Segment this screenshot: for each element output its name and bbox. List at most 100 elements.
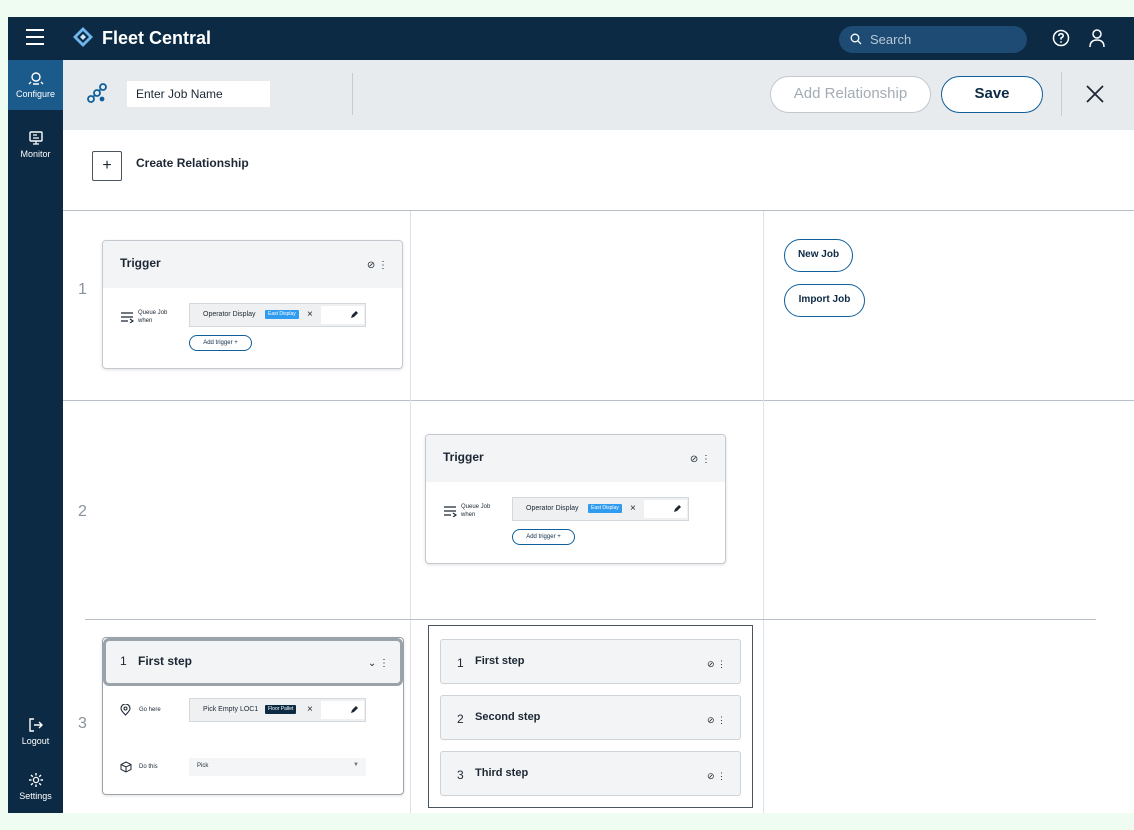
chip-text: Operator Display	[203, 311, 256, 318]
edit-icon[interactable]	[350, 310, 359, 319]
card-title: Trigger	[443, 450, 484, 464]
help-icon[interactable]	[1052, 29, 1070, 47]
step-item[interactable]: 3 Third step ⊘ ⋮	[440, 751, 741, 796]
menu-icon[interactable]	[26, 29, 44, 47]
create-relationship-button[interactable]: +	[92, 151, 122, 181]
top-bar: Fleet Central Search	[8, 17, 1134, 60]
step-actions: ⊘ ⋮	[707, 771, 726, 782]
add-trigger-button[interactable]: Add trigger +	[189, 335, 252, 351]
step-number: 2	[457, 712, 464, 726]
expanded-step-card[interactable]: 1 First step ⌄ ⋮ Go here Pick Empty LOC1…	[102, 637, 404, 795]
step-actions: ⊘ ⋮	[707, 715, 726, 726]
add-trigger-button[interactable]: Add trigger +	[512, 529, 575, 545]
card-title: Trigger	[120, 256, 161, 270]
sidebar-item-label: Settings	[19, 791, 52, 801]
close-icon[interactable]	[1085, 84, 1105, 104]
queue-icon	[444, 506, 457, 517]
info-icon[interactable]: ⊘	[707, 771, 715, 781]
select-value: Pick	[197, 763, 209, 769]
remove-chip-icon[interactable]: ×	[630, 503, 636, 514]
remove-chip-icon[interactable]: ×	[307, 309, 313, 320]
step-item[interactable]: 1 First step ⊘ ⋮	[440, 639, 741, 684]
step-number: 1	[120, 654, 127, 668]
row-divider	[63, 210, 1134, 211]
gear-icon	[28, 773, 43, 787]
sidebar-item-label: Monitor	[20, 149, 51, 159]
step-title: First step	[138, 654, 193, 668]
row-divider	[63, 400, 1134, 401]
more-icon[interactable]: ⋮	[717, 659, 726, 669]
step-title: Third step	[475, 767, 529, 779]
card-actions: ⊘ ⋮	[690, 454, 711, 465]
search-icon	[850, 33, 862, 45]
step-title: Second step	[475, 711, 541, 723]
logo-icon	[73, 27, 93, 47]
user-icon[interactable]	[1088, 28, 1106, 48]
create-relationship-label: Create Relationship	[136, 156, 249, 170]
drop-indicator	[85, 619, 1096, 620]
more-icon[interactable]: ⋮	[717, 771, 726, 781]
row-number: 3	[78, 715, 87, 732]
row-number: 2	[78, 503, 87, 520]
info-icon[interactable]: ⊘	[707, 659, 715, 669]
chip-badge: Floor Pallet	[265, 705, 297, 714]
more-icon[interactable]: ⋮	[717, 715, 726, 725]
app-title: Fleet Central	[102, 28, 212, 48]
plus-icon: +	[102, 157, 112, 174]
caret-down-icon: ▼	[353, 762, 359, 768]
sidebar-item-monitor[interactable]: Monitor	[8, 120, 63, 170]
app-window: Fleet Central Search Configure Monitor L…	[8, 17, 1134, 813]
save-button[interactable]: Save	[941, 76, 1043, 113]
trigger-chip-field[interactable]: Operator Display East Display ×	[189, 303, 366, 327]
queue-label: Queue Job when	[138, 310, 168, 324]
search-input[interactable]: Search	[839, 26, 1027, 53]
box-icon	[120, 761, 132, 773]
edit-icon[interactable]	[673, 504, 682, 513]
divider	[352, 73, 353, 115]
sidebar-item-logout[interactable]: Logout	[8, 707, 63, 757]
trigger-card[interactable]: Trigger ⊘ ⋮ Queue Job when Operator Displ…	[425, 434, 726, 564]
add-relationship-button[interactable]: Add Relationship	[770, 76, 931, 113]
location-chip-field[interactable]: Pick Empty LOC1 Floor Pallet ×	[189, 698, 366, 722]
job-name-input[interactable]	[127, 81, 270, 107]
trigger-chip-field[interactable]: Operator Display East Display ×	[512, 497, 689, 521]
sidebar: Configure Monitor Logout Settings	[8, 60, 63, 813]
info-icon[interactable]: ⊘	[690, 454, 698, 465]
relationship-icon	[87, 83, 107, 103]
more-icon[interactable]: ⋮	[378, 260, 388, 271]
chip-badge: East Display	[265, 310, 299, 319]
more-icon[interactable]: ⋮	[701, 454, 711, 465]
logout-icon	[28, 718, 43, 732]
do-label: Do this	[139, 764, 158, 770]
step-item[interactable]: 2 Second step ⊘ ⋮	[440, 695, 741, 740]
import-job-button[interactable]: Import Job	[784, 284, 865, 317]
column-divider	[410, 211, 411, 813]
card-actions: ⌄ ⋮	[368, 658, 389, 669]
go-label: Go here	[139, 707, 161, 713]
action-select[interactable]: Pick ▼	[189, 758, 366, 776]
chip-text: Operator Display	[526, 505, 579, 512]
info-icon[interactable]: ⊘	[367, 260, 375, 271]
remove-chip-icon[interactable]: ×	[307, 704, 313, 715]
sidebar-item-label: Logout	[21, 736, 50, 746]
info-icon[interactable]: ⊘	[707, 715, 715, 725]
chevron-down-icon[interactable]: ⌄	[368, 658, 376, 669]
edit-icon[interactable]	[350, 705, 359, 714]
step-number: 1	[457, 656, 464, 670]
configure-icon	[28, 72, 43, 85]
sidebar-item-label: Configure	[15, 89, 56, 99]
queue-icon	[121, 312, 134, 323]
sidebar-item-configure[interactable]: Configure	[8, 60, 63, 110]
step-number: 3	[457, 768, 464, 782]
queue-label: Queue Job when	[461, 504, 491, 518]
monitor-icon	[28, 131, 43, 145]
sidebar-item-settings[interactable]: Settings	[8, 762, 63, 812]
new-job-button[interactable]: New Job	[784, 239, 853, 272]
step-actions: ⊘ ⋮	[707, 659, 726, 670]
step-title: First step	[475, 655, 525, 667]
more-icon[interactable]: ⋮	[379, 658, 389, 669]
plus-icon: +	[557, 534, 561, 540]
location-pin-icon	[120, 704, 131, 716]
trigger-card[interactable]: Trigger ⊘ ⋮ Queue Job when Operator Displ…	[102, 240, 403, 369]
search-placeholder: Search	[870, 32, 912, 47]
